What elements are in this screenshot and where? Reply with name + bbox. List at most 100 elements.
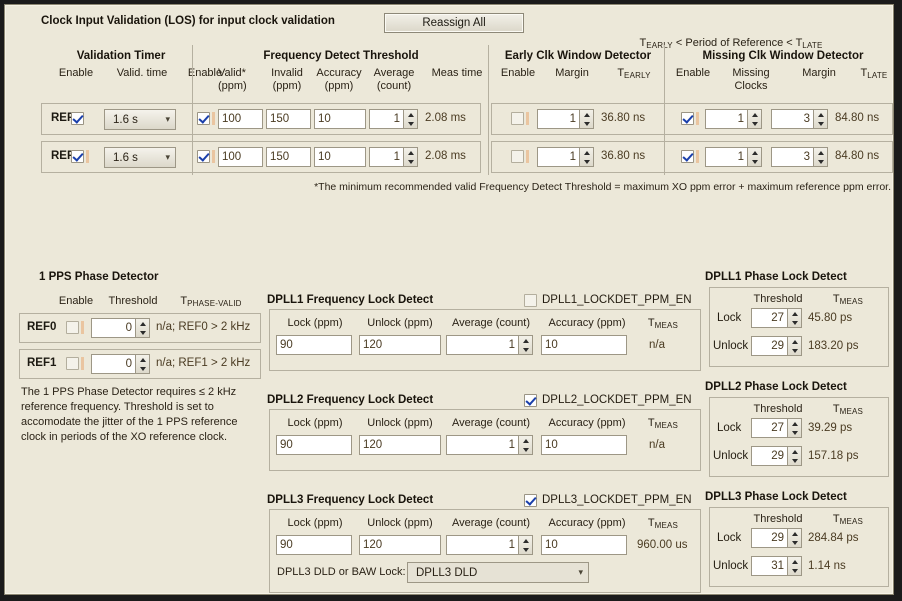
spinner-buttons[interactable] xyxy=(579,109,594,129)
spinner-down-icon[interactable] xyxy=(748,157,761,166)
dpll2-lockdet-ppm-en-checkbox[interactable] xyxy=(524,394,537,407)
spinner-up-icon[interactable] xyxy=(404,148,417,157)
los-ref0-ec-margin-input[interactable]: 1 xyxy=(537,109,579,129)
spinner-buttons[interactable] xyxy=(787,336,802,356)
spinner-up-icon[interactable] xyxy=(580,148,593,157)
spinner-buttons[interactable] xyxy=(518,335,533,355)
dpll3-accuracy-input[interactable]: 10 xyxy=(541,535,627,555)
spinner-up-icon[interactable] xyxy=(814,110,827,119)
dpll2-unlock-threshold-input[interactable]: 29 xyxy=(751,446,787,466)
los-ref1-ec-margin-spinner[interactable]: 1 xyxy=(537,147,594,167)
los-ref1-ec-enable-checkbox[interactable] xyxy=(511,150,524,163)
dpll2-unlock-threshold-spinner[interactable]: 29 xyxy=(751,446,802,466)
spinner-down-icon[interactable] xyxy=(519,445,532,454)
dpll2-average-spinner[interactable]: 1 xyxy=(446,435,533,455)
los-ref1-mc-missing-spinner[interactable]: 1 xyxy=(705,147,762,167)
dpll3-unlock-threshold-spinner[interactable]: 31 xyxy=(751,556,802,576)
spinner-buttons[interactable] xyxy=(787,528,802,548)
spinner-buttons[interactable] xyxy=(787,446,802,466)
dpll1-average-input[interactable]: 1 xyxy=(446,335,518,355)
los-ref1-fd-average-spinner[interactable]: 1 xyxy=(369,147,418,167)
spinner-buttons[interactable] xyxy=(787,556,802,576)
spinner-down-icon[interactable] xyxy=(788,346,801,355)
spinner-up-icon[interactable] xyxy=(136,319,149,328)
los-ref0-fd-average-input[interactable]: 1 xyxy=(369,109,403,129)
spinner-down-icon[interactable] xyxy=(136,364,149,373)
spinner-down-icon[interactable] xyxy=(519,345,532,354)
pps-ref1-threshold-spinner[interactable]: 0 xyxy=(91,354,150,374)
los-ref1-vt-enable-checkbox[interactable] xyxy=(71,150,84,163)
dpll1-lock-threshold-spinner[interactable]: 27 xyxy=(751,308,802,328)
los-ref0-mc-margin-input[interactable]: 3 xyxy=(771,109,813,129)
spinner-down-icon[interactable] xyxy=(788,566,801,575)
los-ref1-ec-margin-input[interactable]: 1 xyxy=(537,147,579,167)
spinner-up-icon[interactable] xyxy=(788,419,801,428)
spinner-up-icon[interactable] xyxy=(748,148,761,157)
spinner-up-icon[interactable] xyxy=(136,355,149,364)
los-ref0-fd-invalid-input[interactable]: 150 xyxy=(266,109,311,129)
spinner-down-icon[interactable] xyxy=(814,119,827,128)
los-ref0-fd-enable-checkbox[interactable] xyxy=(197,112,210,125)
spinner-buttons[interactable] xyxy=(135,354,150,374)
dpll3-unlock-threshold-input[interactable]: 31 xyxy=(751,556,787,576)
dpll3-lockdet-ppm-en-checkbox[interactable] xyxy=(524,494,537,507)
dpll1-lock-threshold-input[interactable]: 27 xyxy=(751,308,787,328)
los-ref0-valid-time-combo[interactable]: 1.6 s▾ xyxy=(104,109,176,130)
spinner-up-icon[interactable] xyxy=(814,148,827,157)
spinner-buttons[interactable] xyxy=(518,535,533,555)
dpll3-unlock-input[interactable]: 120 xyxy=(359,535,441,555)
spinner-down-icon[interactable] xyxy=(788,538,801,547)
dpll2-lock-threshold-spinner[interactable]: 27 xyxy=(751,418,802,438)
spinner-up-icon[interactable] xyxy=(580,110,593,119)
dpll1-accuracy-input[interactable]: 10 xyxy=(541,335,627,355)
spinner-up-icon[interactable] xyxy=(519,536,532,545)
dpll3-average-input[interactable]: 1 xyxy=(446,535,518,555)
spinner-down-icon[interactable] xyxy=(404,119,417,128)
los-ref1-fd-enable-checkbox[interactable] xyxy=(197,150,210,163)
los-ref1-valid-time-combo[interactable]: 1.6 s▾ xyxy=(104,147,176,168)
spinner-down-icon[interactable] xyxy=(748,119,761,128)
spinner-buttons[interactable] xyxy=(787,308,802,328)
spinner-up-icon[interactable] xyxy=(404,110,417,119)
los-ref0-vt-enable-checkbox[interactable] xyxy=(71,112,84,125)
pps-ref0-threshold-input[interactable]: 0 xyxy=(91,318,135,338)
spinner-buttons[interactable] xyxy=(747,147,762,167)
los-ref0-ec-margin-spinner[interactable]: 1 xyxy=(537,109,594,129)
spinner-buttons[interactable] xyxy=(787,418,802,438)
pps-ref0-enable-checkbox[interactable] xyxy=(66,321,79,334)
dpll1-unlock-threshold-input[interactable]: 29 xyxy=(751,336,787,356)
dpll1-unlock-threshold-spinner[interactable]: 29 xyxy=(751,336,802,356)
los-ref0-mc-enable-checkbox[interactable] xyxy=(681,112,694,125)
spinner-down-icon[interactable] xyxy=(580,157,593,166)
spinner-up-icon[interactable] xyxy=(519,436,532,445)
spinner-up-icon[interactable] xyxy=(788,557,801,566)
spinner-down-icon[interactable] xyxy=(519,545,532,554)
dpll1-lockdet-ppm-en-checkbox[interactable] xyxy=(524,294,537,307)
los-ref0-fd-accuracy-input[interactable]: 10 xyxy=(314,109,366,129)
spinner-buttons[interactable] xyxy=(579,147,594,167)
spinner-up-icon[interactable] xyxy=(788,309,801,318)
spinner-up-icon[interactable] xyxy=(788,447,801,456)
dpll2-lock-threshold-input[interactable]: 27 xyxy=(751,418,787,438)
spinner-down-icon[interactable] xyxy=(788,456,801,465)
dpll3-average-spinner[interactable]: 1 xyxy=(446,535,533,555)
reassign-all-button[interactable]: Reassign All xyxy=(384,13,524,33)
los-ref1-mc-margin-spinner[interactable]: 3 xyxy=(771,147,828,167)
spinner-up-icon[interactable] xyxy=(788,529,801,538)
los-ref0-ec-enable-checkbox[interactable] xyxy=(511,112,524,125)
spinner-up-icon[interactable] xyxy=(519,336,532,345)
los-ref1-fd-invalid-input[interactable]: 150 xyxy=(266,147,311,167)
los-ref0-mc-margin-spinner[interactable]: 3 xyxy=(771,109,828,129)
dpll2-average-input[interactable]: 1 xyxy=(446,435,518,455)
dpll1-lock-input[interactable]: 90 xyxy=(276,335,352,355)
dpll2-accuracy-input[interactable]: 10 xyxy=(541,435,627,455)
pps-ref1-enable-checkbox[interactable] xyxy=(66,357,79,370)
spinner-buttons[interactable] xyxy=(135,318,150,338)
pps-ref0-threshold-spinner[interactable]: 0 xyxy=(91,318,150,338)
spinner-down-icon[interactable] xyxy=(814,157,827,166)
spinner-down-icon[interactable] xyxy=(788,428,801,437)
dpll1-unlock-input[interactable]: 120 xyxy=(359,335,441,355)
spinner-buttons[interactable] xyxy=(813,109,828,129)
spinner-down-icon[interactable] xyxy=(136,328,149,337)
los-ref0-mc-missing-spinner[interactable]: 1 xyxy=(705,109,762,129)
